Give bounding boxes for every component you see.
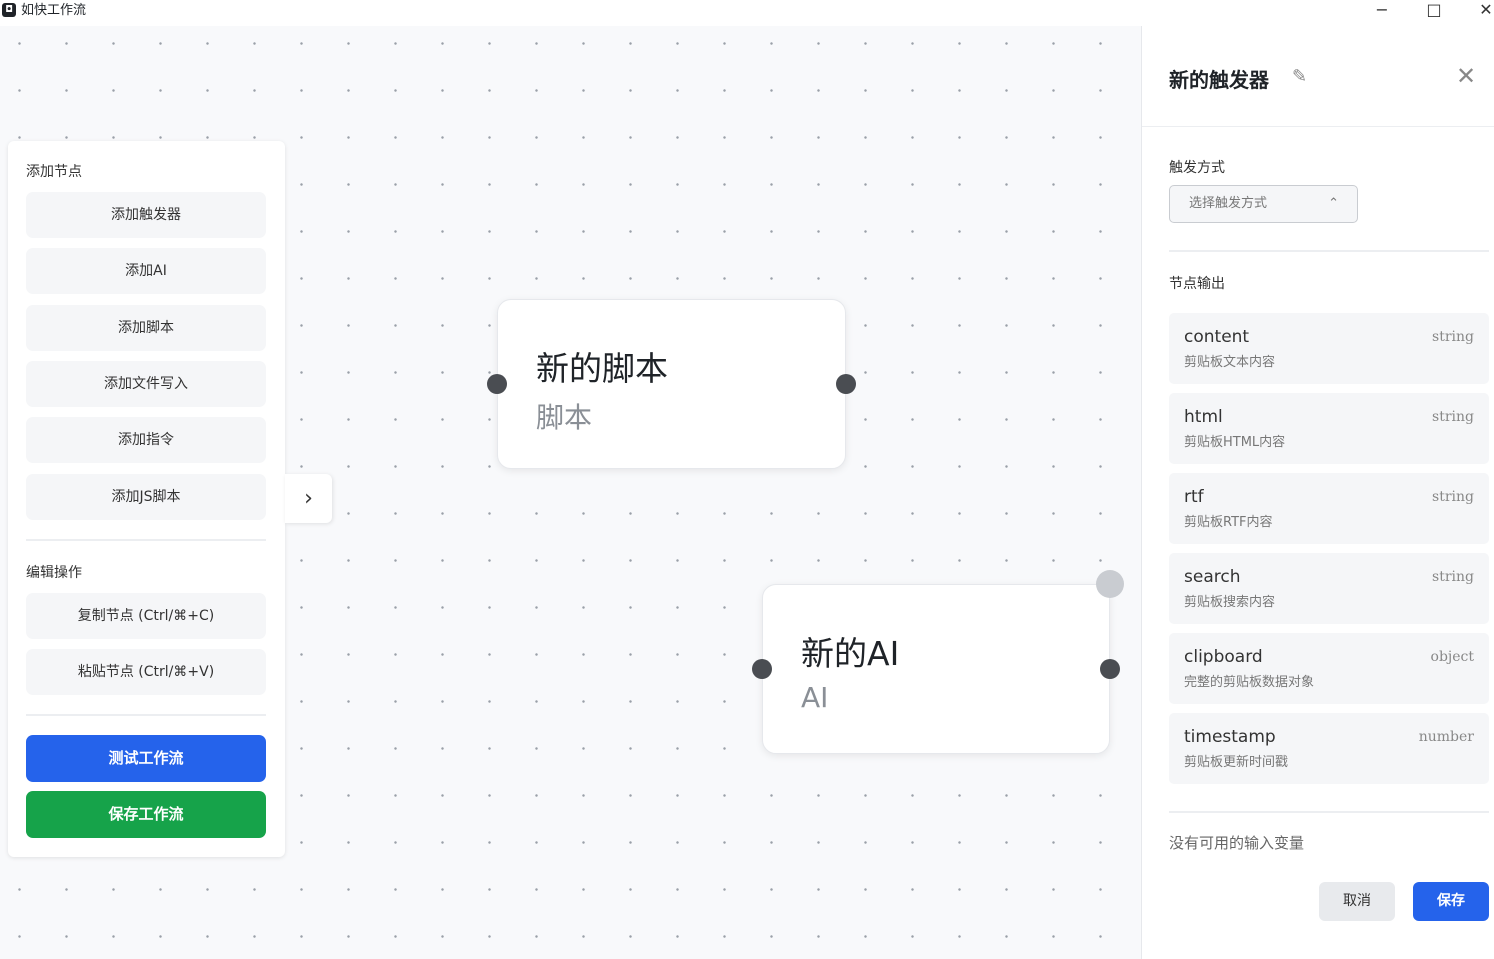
output-item: content 剪贴板文本内容 string	[1169, 313, 1489, 384]
ai-node[interactable]: 新的AI AI	[762, 584, 1110, 754]
output-type: string	[1432, 489, 1474, 505]
output-item: clipboard 完整的剪贴板数据对象 object	[1169, 633, 1489, 704]
add-command-button[interactable]: 添加指令	[26, 417, 266, 463]
script-node[interactable]: 新的脚本 脚本	[497, 299, 846, 469]
node-config-panel: 新的触发器 ✎ ✕ 触发方式 选择触发方式 ⌃ 节点输出 content 剪贴板…	[1141, 26, 1494, 959]
output-name: html	[1184, 407, 1223, 427]
output-desc: 完整的剪贴板数据对象	[1184, 675, 1315, 690]
script-node-output-handle[interactable]	[836, 374, 856, 394]
output-name: clipboard	[1184, 647, 1263, 667]
title-bar: ◘ 如快工作流 − □ ✕	[0, 0, 1494, 26]
ai-node-top-handle[interactable]	[1096, 570, 1124, 598]
trigger-mode-placeholder: 选择触发方式	[1189, 196, 1268, 211]
add-script-button[interactable]: 添加脚本	[26, 305, 266, 351]
output-desc: 剪贴板HTML内容	[1184, 435, 1286, 450]
node-title: 新的AI	[801, 634, 900, 673]
trigger-mode-select[interactable]: 选择触发方式 ⌃	[1169, 185, 1358, 223]
node-outputs-label: 节点输出	[1169, 276, 1225, 292]
panel-divider	[1169, 250, 1489, 252]
add-js-script-button[interactable]: 添加JS脚本	[26, 474, 266, 520]
paste-node-button[interactable]: 粘贴节点 (Ctrl/⌘+V)	[26, 649, 266, 695]
output-desc: 剪贴板更新时间戳	[1184, 755, 1289, 770]
output-name: rtf	[1184, 487, 1204, 507]
output-type: number	[1418, 729, 1474, 745]
output-item: timestamp 剪贴板更新时间戳 number	[1169, 713, 1489, 784]
panel-title: 新的触发器	[1169, 68, 1269, 92]
save-button[interactable]: 保存	[1413, 882, 1489, 921]
maximize-button[interactable]: □	[1414, 0, 1454, 22]
script-node-input-handle[interactable]	[487, 374, 507, 394]
output-type: object	[1430, 649, 1474, 665]
close-icon[interactable]: ✕	[1456, 62, 1476, 90]
output-item: html 剪贴板HTML内容 string	[1169, 393, 1489, 464]
output-desc: 剪贴板文本内容	[1184, 355, 1276, 370]
ai-node-input-handle[interactable]	[752, 659, 772, 679]
app-title: 如快工作流	[21, 3, 87, 18]
output-name: timestamp	[1184, 727, 1276, 747]
trigger-mode-label: 触发方式	[1169, 160, 1225, 176]
output-item: search 剪贴板搜索内容 string	[1169, 553, 1489, 624]
ai-node-output-handle[interactable]	[1100, 659, 1120, 679]
add-ai-button[interactable]: 添加AI	[26, 248, 266, 294]
output-desc: 剪贴板RTF内容	[1184, 515, 1273, 530]
node-toolbox: 添加节点 添加触发器 添加AI 添加脚本 添加文件写入 添加指令 添加JS脚本 …	[8, 141, 285, 857]
add-trigger-button[interactable]: 添加触发器	[26, 192, 266, 238]
test-workflow-button[interactable]: 测试工作流	[26, 735, 266, 782]
output-name: content	[1184, 327, 1250, 347]
no-input-variables-hint: 没有可用的输入变量	[1169, 834, 1305, 852]
pencil-icon[interactable]: ✎	[1292, 66, 1307, 87]
output-type: string	[1432, 409, 1474, 425]
add-file-write-button[interactable]: 添加文件写入	[26, 361, 266, 407]
toolbox-divider	[26, 714, 266, 716]
panel-header: 新的触发器 ✎ ✕	[1142, 26, 1494, 127]
copy-node-button[interactable]: 复制节点 (Ctrl/⌘+C)	[26, 593, 266, 639]
edit-section-title: 编辑操作	[26, 565, 82, 581]
node-type: 脚本	[536, 401, 593, 434]
add-nodes-section-title: 添加节点	[26, 164, 82, 180]
app-icon: ◘	[2, 3, 16, 17]
close-window-button[interactable]: ✕	[1466, 0, 1494, 22]
output-name: search	[1184, 567, 1241, 587]
output-type: string	[1432, 569, 1474, 585]
node-type: AI	[801, 681, 829, 714]
cancel-button[interactable]: 取消	[1319, 882, 1395, 921]
output-item: rtf 剪贴板RTF内容 string	[1169, 473, 1489, 544]
output-desc: 剪贴板搜索内容	[1184, 595, 1276, 610]
toolbox-toggle-button[interactable]: ›	[285, 474, 332, 523]
select-caret-icon: ⌃	[1328, 196, 1339, 211]
minimize-button[interactable]: −	[1362, 0, 1402, 22]
toolbox-divider	[26, 539, 266, 541]
panel-divider	[1169, 811, 1489, 813]
node-title: 新的脚本	[536, 349, 668, 388]
output-type: string	[1432, 329, 1474, 345]
chevron-right-icon: ›	[304, 486, 313, 511]
save-workflow-button[interactable]: 保存工作流	[26, 791, 266, 838]
